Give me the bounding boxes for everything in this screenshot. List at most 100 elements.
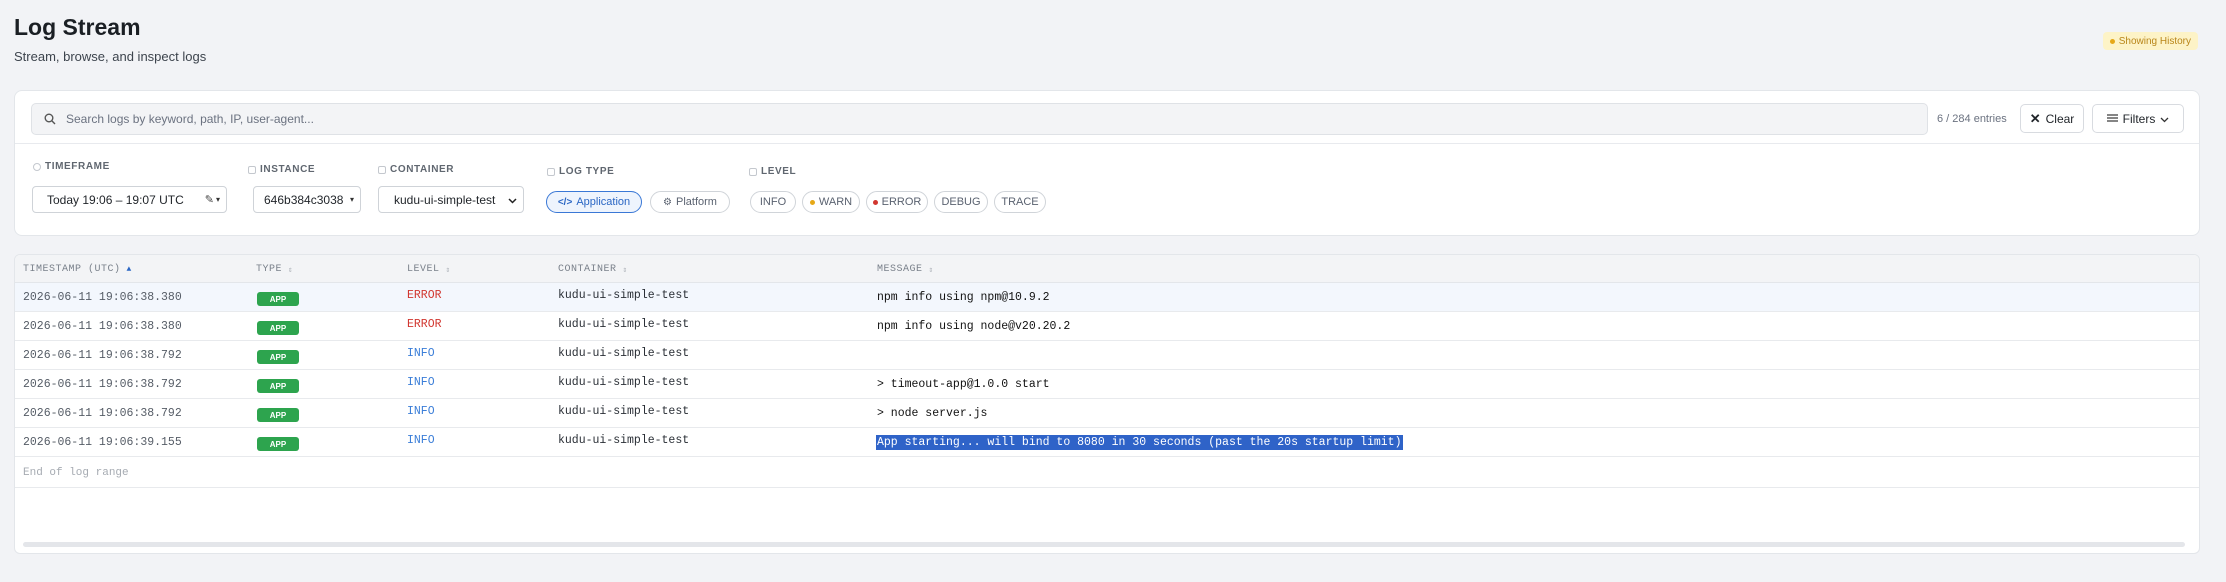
filters-button-label: Filters [2122,111,2156,126]
level-warn-pill[interactable]: WARN [802,191,860,213]
clear-button-label: Clear [2045,111,2075,126]
log-type-platform[interactable]: ⚙ Platform [650,191,730,213]
filter-panel: 6 / 284 entries ✕ Clear Filters TIMEFRAM… [14,90,2200,236]
container-label: CONTAINER [378,164,454,175]
level-debug-pill[interactable]: DEBUG [934,191,988,213]
table-row[interactable]: 2026-06-11 19:06:38.792 APP INFO kudu-ui… [15,370,2199,399]
instance-label: INSTANCE [248,164,315,175]
log-type-platform-label: Platform [676,196,717,208]
column-type[interactable]: TYPE ⇕ [256,264,293,275]
row-level: INFO [407,405,435,418]
horizontal-scrollbar[interactable] [23,542,2185,547]
row-message: npm info using node@v20.20.2 [877,320,1071,333]
type-badge: APP [257,379,299,393]
end-of-range-text: End of log range [23,467,129,479]
history-badge-label: Showing History [2118,35,2191,47]
row-message-selected: App starting... will bind to 8080 in 30 … [876,435,1403,450]
table-header: TIMESTAMP (UTC) ▲ TYPE ⇕ LEVEL ⇕ CONTAIN… [15,255,2199,283]
row-timestamp: 2026-06-11 19:06:38.380 [23,291,182,304]
column-level[interactable]: LEVEL ⇕ [407,264,451,275]
row-timestamp: 2026-06-11 19:06:38.380 [23,320,182,333]
server-icon [248,165,256,174]
column-timestamp[interactable]: TIMESTAMP (UTC) ▲ [23,264,132,275]
column-message-label: MESSAGE [877,264,923,275]
table-row[interactable]: 2026-06-11 19:06:39.155 APP INFO kudu-ui… [15,428,2199,457]
row-message: > timeout-app@1.0.0 start [877,378,1050,391]
type-badge: APP [257,437,299,451]
level-info-pill[interactable]: INFO [750,191,796,213]
row-level: INFO [407,347,435,360]
container-value: kudu-ui-simple-test [394,192,496,207]
type-badge: APP [257,350,299,364]
clock-icon [33,162,41,171]
showing-history-badge: Showing History [2102,32,2198,50]
sort-icon: ⇕ [928,265,934,275]
type-badge: APP [257,321,299,335]
instance-select[interactable]: 646b384c3038 ▾ [253,186,361,213]
row-level: INFO [407,376,435,389]
gears-icon: ⚙ [663,196,672,208]
page-subtitle: Stream, browse, and inspect logs [14,49,207,64]
filter-divider [15,143,2199,144]
table-row[interactable]: 2026-06-11 19:06:38.792 APP INFO kudu-ui… [15,341,2199,370]
caret-down-icon: ▾ [349,195,354,204]
timeframe-label-text: TIMEFRAME [45,161,110,172]
error-dot-icon [872,199,878,205]
search-box[interactable] [31,103,1928,135]
level-label: LEVEL [749,166,796,177]
search-input[interactable] [66,112,1866,126]
row-level: INFO [407,434,435,447]
table-row[interactable]: 2026-06-11 19:06:38.792 APP INFO kudu-ui… [15,399,2199,428]
level-warn-pill-label: WARN [818,196,853,208]
type-badge: APP [257,408,299,422]
history-dot-icon [2109,38,2115,44]
pencil-icon[interactable]: ✎ [205,193,214,206]
row-container: kudu-ui-simple-test [558,434,690,447]
timeframe-value: Today 19:06 – 19:07 UTC [47,192,184,207]
row-timestamp: 2026-06-11 19:06:38.792 [23,349,182,362]
row-level: ERROR [407,318,442,331]
table-row[interactable]: 2026-06-11 19:06:38.380 APP ERROR kudu-u… [15,283,2199,312]
layers-icon [749,167,757,176]
sort-icon: ⇕ [445,265,451,275]
level-error-pill-label: ERROR [881,196,922,208]
page-title: Log Stream [14,14,141,40]
row-timestamp: 2026-06-11 19:06:39.155 [23,436,182,449]
level-info-pill-label: INFO [759,196,787,208]
level-debug-pill-label: DEBUG [941,196,981,208]
row-container: kudu-ui-simple-test [558,376,690,389]
box-icon [378,165,386,174]
level-error-pill[interactable]: ERROR [866,191,928,213]
container-label-text: CONTAINER [390,164,455,175]
level-trace-pill-label: TRACE [1001,196,1039,208]
log-type-application-label: Application [576,196,631,208]
clear-button[interactable]: ✕ Clear [2020,104,2084,133]
column-timestamp-label: TIMESTAMP (UTC) [23,264,121,275]
row-timestamp: 2026-06-11 19:06:38.792 [23,407,182,420]
filters-button[interactable]: Filters [2092,104,2184,133]
row-container: kudu-ui-simple-test [558,289,690,302]
row-container: kudu-ui-simple-test [558,318,690,331]
log-table: TIMESTAMP (UTC) ▲ TYPE ⇕ LEVEL ⇕ CONTAIN… [14,254,2200,554]
level-label-text: LEVEL [761,166,797,177]
row-timestamp: 2026-06-11 19:06:38.792 [23,378,182,391]
type-badge: APP [257,292,299,306]
sort-icon: ⇕ [288,265,294,275]
warn-dot-icon [809,199,815,205]
row-message: npm info using npm@10.9.2 [877,291,1050,304]
column-container[interactable]: CONTAINER ⇕ [558,264,628,275]
column-type-label: TYPE [256,264,283,275]
instance-value: 646b384c3038 [264,192,344,207]
chevron-down-icon [508,193,517,207]
level-trace-pill[interactable]: TRACE [994,191,1046,213]
log-type-application[interactable]: </> Application [546,191,642,213]
column-message[interactable]: MESSAGE ⇕ [877,264,934,275]
container-select[interactable]: kudu-ui-simple-test [378,186,524,213]
table-row[interactable]: 2026-06-11 19:06:38.380 APP ERROR kudu-u… [15,312,2199,341]
sliders-icon [2106,112,2118,126]
column-level-label: LEVEL [407,264,440,275]
row-message: > node server.js [877,407,988,420]
log-type-label-text: LOG TYPE [559,166,615,177]
timeframe-picker[interactable]: Today 19:06 – 19:07 UTC ✎ ▾ [32,186,227,213]
sort-asc-icon: ▲ [126,265,132,274]
